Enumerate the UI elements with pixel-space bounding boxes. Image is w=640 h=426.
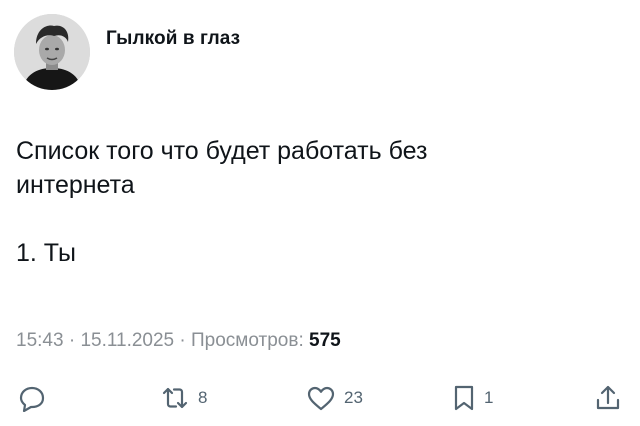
share-button[interactable] [594, 380, 622, 416]
post-text: Список того что будет работать без интер… [16, 137, 428, 267]
reply-button[interactable] [18, 380, 46, 416]
heart-icon [307, 386, 335, 411]
post-header: Гылкой в глаз [14, 14, 240, 90]
post-meta: 15:43 · 15.11.2025 · Просмотров: 575 [16, 330, 341, 352]
author-name[interactable]: Гылкой в глаз [106, 28, 240, 50]
action-bar: 8 23 1 [0, 380, 640, 416]
reply-icon [19, 386, 45, 412]
retweet-button[interactable]: 8 [160, 380, 207, 416]
like-button[interactable]: 23 [306, 380, 363, 416]
retweet-count: 8 [198, 388, 208, 407]
bookmark-icon [454, 385, 474, 411]
bookmark-count: 1 [484, 388, 494, 407]
post-time[interactable]: 15:43 [16, 330, 64, 351]
views-count: 575 [309, 330, 341, 351]
share-icon [596, 385, 620, 410]
meta-separator: · [174, 330, 192, 351]
meta-separator: · [63, 330, 81, 351]
bookmark-button[interactable]: 1 [452, 380, 493, 416]
avatar[interactable] [14, 14, 90, 90]
post-date[interactable]: 15.11.2025 [80, 330, 174, 351]
retweet-icon [162, 387, 188, 409]
like-count: 23 [344, 388, 363, 407]
views-label: Просмотров: [191, 330, 310, 351]
avatar-photo-icon [14, 14, 90, 90]
